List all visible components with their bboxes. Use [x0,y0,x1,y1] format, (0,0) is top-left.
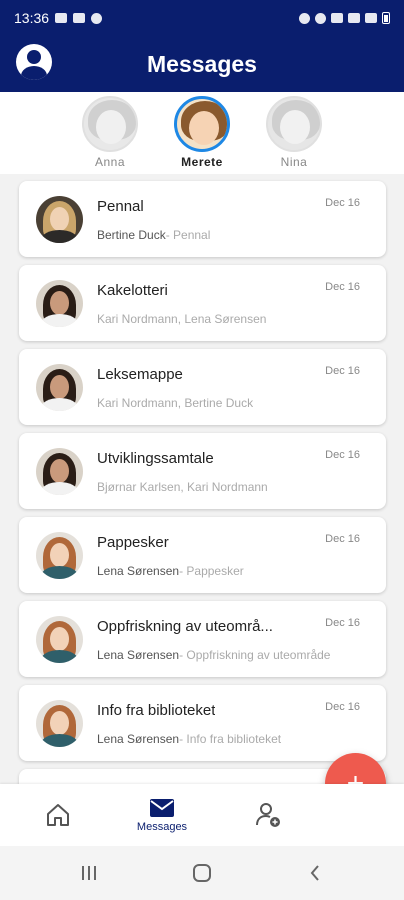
message-date: Dec 16 [325,197,360,209]
nav-contacts[interactable] [228,784,308,846]
child-name: Merete [181,155,223,169]
sender-avatar [36,280,83,327]
message-meta: Lena Sørensen- Oppfriskning av uteområde [97,648,330,662]
message-date: Dec 16 [325,449,360,461]
sender-avatar [36,616,83,663]
wifi-icon [348,13,360,23]
status-time: 13:36 [14,10,50,26]
child-selector: Anna Merete Nina [0,92,404,174]
message-meta: Bjørnar Karlsen, Kari Nordmann [97,480,268,494]
child-avatar [82,96,138,152]
sender-avatar [36,700,83,747]
message-card[interactable]: Leksemappe Dec 16 Kari Nordmann, Bertine… [19,349,386,425]
message-recipients: Kari Nordmann, Lena Sørensen [97,312,267,326]
nav-messages[interactable]: Messages [122,784,202,846]
app-header: Messages [0,36,404,92]
account-icon-body [21,66,47,80]
child-name: Nina [280,155,308,169]
message-card[interactable]: Oppfriskning av uteområ... Dec 16 Lena S… [19,601,386,677]
message-preview: - Oppfriskning av uteområde [179,648,331,662]
message-subject: Kakelotteri [97,282,168,299]
profile-button[interactable] [16,44,52,80]
message-card[interactable]: Pappesker Dec 16 Lena Sørensen- Pappeske… [19,517,386,593]
settings-icon [91,12,103,24]
message-sender: Bertine Duck [97,228,166,242]
recent-apps-button[interactable] [74,861,104,885]
message-recipients: Kari Nordmann, Bertine Duck [97,396,254,410]
message-subject: Pappesker [97,534,169,551]
message-date: Dec 16 [325,701,360,713]
bottom-nav: Messages [0,784,404,846]
message-card[interactable]: Pennal Dec 16 Bertine Duck- Pennal [19,181,386,257]
message-list: Pennal Dec 16 Bertine Duck- Pennal Kakel… [0,174,404,784]
child-tab-nina[interactable]: Nina [259,96,329,169]
message-sender: Lena Sørensen [97,648,180,662]
mail-icon [150,798,174,817]
message-card[interactable]: Kakelotteri Dec 16 Kari Nordmann, Lena S… [19,265,386,341]
message-subject: Utviklingssamtale [97,450,214,467]
message-meta: Kari Nordmann, Bertine Duck [97,396,253,410]
message-card[interactable]: Info fra biblioteket Dec 16 Lena Sørense… [19,685,386,761]
message-subject: Pennal [97,198,144,215]
message-card[interactable]: Utviklingssamtale Dec 16 Bjørnar Karlsen… [19,433,386,509]
system-nav-bar [0,846,404,900]
message-preview: - Pappesker [179,564,244,578]
message-preview: - Pennal [165,228,211,242]
message-date: Dec 16 [325,533,360,545]
child-tab-anna[interactable]: Anna [75,96,145,169]
page-title: Messages [147,50,257,77]
home-circle-icon [193,864,211,882]
message-meta: Lena Sørensen- Pappesker [97,564,244,578]
message-recipients: Bjørnar Karlsen, Kari Nordmann [97,480,268,494]
bluetooth-icon [315,12,326,24]
child-avatar [266,96,322,152]
message-date: Dec 16 [325,365,360,377]
message-subject: Info fra biblioteket [97,702,216,719]
person-add-icon [256,803,280,827]
child-avatar [174,96,230,152]
status-bar: 13:36 [0,0,404,36]
sender-avatar [36,196,83,243]
battery-icon [382,12,390,24]
message-meta: Lena Sørensen- Info fra biblioteket [97,732,281,746]
message-sender: Lena Sørensen [97,564,180,578]
message-meta: Bertine Duck- Pennal [97,228,210,242]
message-date: Dec 16 [325,281,360,293]
signal-icon [365,13,377,23]
child-name: Anna [94,155,126,169]
image-icon [73,13,86,23]
mute-icon [331,13,343,23]
nav-home[interactable] [18,784,98,846]
child-tab-merete[interactable]: Merete [167,96,237,169]
home-system-button[interactable] [187,861,217,885]
message-meta: Kari Nordmann, Lena Sørensen [97,312,266,326]
message-subject: Leksemappe [97,366,183,383]
message-preview: - Info fra biblioteket [179,732,282,746]
message-date: Dec 16 [325,617,360,629]
sender-avatar [36,532,83,579]
back-icon [310,865,319,881]
alarm-icon [299,12,310,24]
account-icon [27,50,41,64]
message-sender: Lena Sørensen [97,732,180,746]
cloud-icon [55,13,68,23]
nav-messages-label: Messages [136,820,188,833]
recent-apps-icon [82,866,96,880]
message-subject: Oppfriskning av uteområ... [97,618,273,635]
sender-avatar [36,364,83,411]
home-icon [47,804,69,826]
sender-avatar [36,448,83,495]
back-button[interactable] [300,861,330,885]
